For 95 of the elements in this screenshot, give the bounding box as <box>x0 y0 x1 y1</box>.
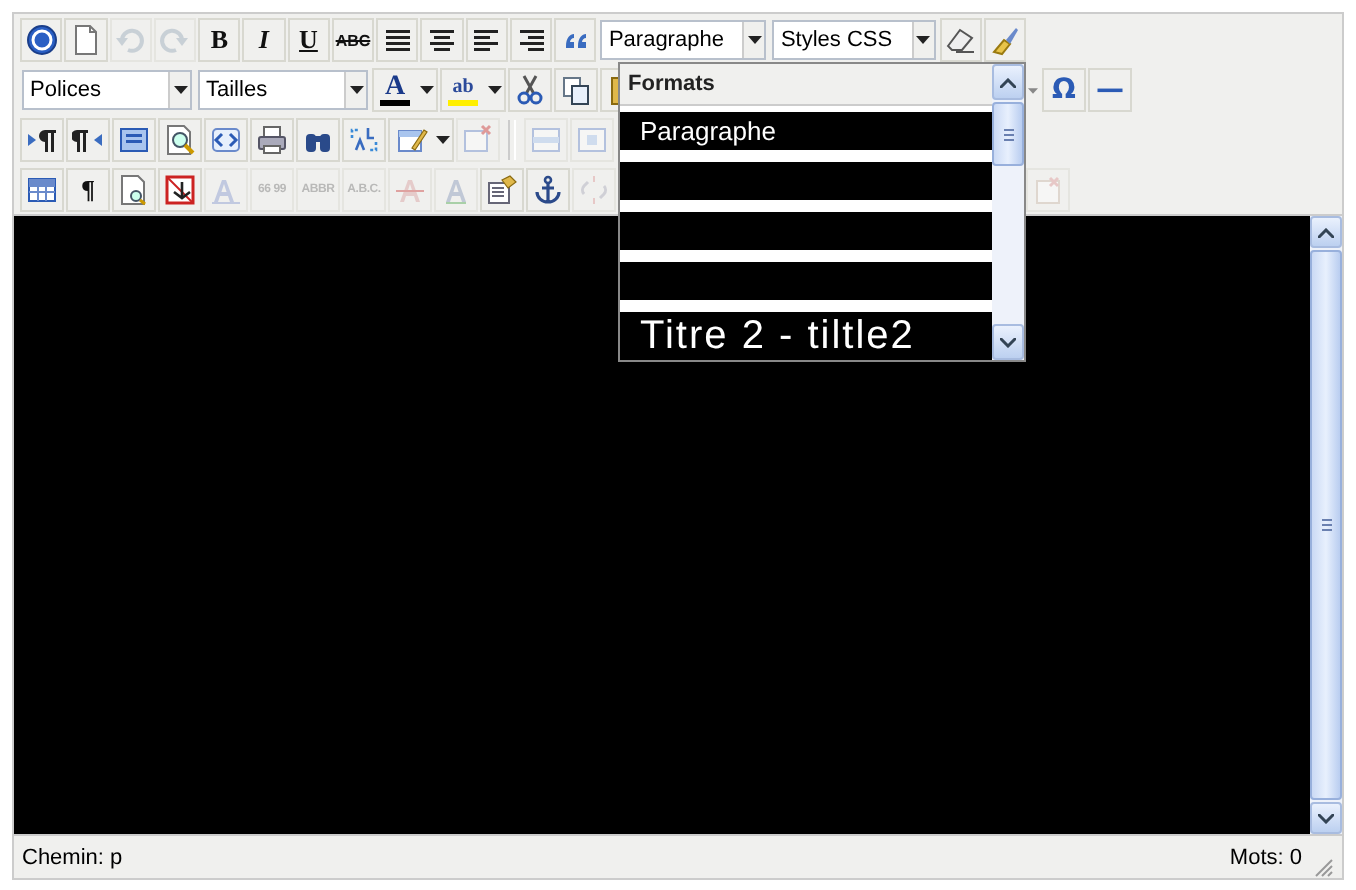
page-search-button[interactable] <box>112 168 156 212</box>
anchor-icon <box>532 174 564 206</box>
resize-handle[interactable] <box>1314 858 1334 878</box>
justify-icon <box>381 24 414 56</box>
menu-title: Formats <box>620 64 992 106</box>
toolbar-button[interactable]: ¶ <box>66 168 110 212</box>
table-delete-icon <box>462 124 494 156</box>
help-button[interactable] <box>20 18 63 62</box>
right-to-left-button[interactable] <box>66 118 110 162</box>
dropdown[interactable]: Styles CSS <box>772 20 936 60</box>
non-breaking-button[interactable] <box>158 168 202 212</box>
align-right-icon <box>515 24 548 56</box>
scroll-down-icon[interactable] <box>1318 813 1334 823</box>
caret-icon <box>344 72 366 108</box>
toolbar-button[interactable]: Ω <box>1042 68 1086 112</box>
toolbar-button[interactable]: U <box>287 18 330 62</box>
caret-icon <box>742 22 765 58</box>
toolbar-button[interactable]: I <box>242 18 286 62</box>
dropdown[interactable]: Paragraphe <box>600 20 767 60</box>
dropdown[interactable]: Polices <box>22 70 192 110</box>
color-letter: ab <box>452 75 474 99</box>
color-picker-button[interactable]: A <box>372 68 438 112</box>
attributes-button[interactable] <box>480 168 524 212</box>
menu-item[interactable]: Paragraphe <box>620 112 992 150</box>
toolbar-button[interactable]: — <box>1088 68 1132 112</box>
help-icon <box>25 24 58 56</box>
toolbar-button[interactable]: ABC <box>331 18 375 62</box>
letter-icon <box>440 174 472 206</box>
align-right-button[interactable] <box>509 18 553 62</box>
copy-button[interactable] <box>554 68 598 112</box>
caret-icon <box>487 86 501 94</box>
color-picker-button[interactable]: ab <box>440 68 506 112</box>
scissors-button[interactable] <box>508 68 552 112</box>
strikethrough-letter-icon <box>394 174 426 206</box>
scissors-icon <box>514 74 546 106</box>
undo-icon <box>114 24 147 56</box>
brush-icon <box>988 24 1021 56</box>
printer-icon <box>256 124 288 156</box>
source-code-button[interactable] <box>204 118 248 162</box>
caret-icon <box>911 22 934 58</box>
replace-icon <box>348 124 380 156</box>
table-button[interactable] <box>388 118 454 162</box>
layer-icon <box>118 124 150 156</box>
word-count: Mots: 0 <box>1229 845 1302 869</box>
cell-icon <box>576 124 608 156</box>
scrollbar[interactable] <box>1310 216 1342 834</box>
right-to-left-icon <box>72 124 104 156</box>
eraser-icon <box>944 24 977 56</box>
align-left-button[interactable] <box>465 18 508 62</box>
scroll-down-icon[interactable] <box>1000 337 1016 347</box>
table-button[interactable] <box>20 168 64 212</box>
justify-button[interactable] <box>376 18 419 62</box>
replace-button[interactable] <box>342 118 386 162</box>
align-center-button[interactable] <box>420 18 464 62</box>
document-button[interactable] <box>64 18 108 62</box>
attributes-icon <box>486 174 518 206</box>
left-to-right-icon <box>26 124 58 156</box>
table-icon <box>26 174 58 206</box>
preview-button[interactable] <box>158 118 202 162</box>
caret-icon <box>168 72 190 108</box>
scroll-up-icon[interactable] <box>1318 227 1334 237</box>
page-search-icon <box>118 174 150 206</box>
table-edit-icon <box>395 124 427 156</box>
left-to-right-button[interactable] <box>20 118 64 162</box>
scrollbar[interactable] <box>992 64 1024 360</box>
caret-icon <box>435 136 449 144</box>
anchor-button[interactable] <box>526 168 570 212</box>
menu-item[interactable]: Titre 2 - tiltle2 <box>620 312 992 360</box>
quote-button[interactable] <box>554 18 597 62</box>
caret-icon[interactable] <box>1028 87 1038 93</box>
preview-icon <box>164 124 196 156</box>
non-breaking-icon <box>164 174 196 206</box>
caret-icon <box>419 86 433 94</box>
unlink-icon <box>578 174 610 206</box>
row-icon <box>530 124 562 156</box>
source-code-icon <box>210 124 242 156</box>
binoculars-button[interactable] <box>296 118 340 162</box>
document-icon <box>69 24 102 56</box>
brush-button[interactable] <box>983 18 1027 62</box>
toolbar-button[interactable]: B <box>198 18 241 62</box>
dropdown[interactable]: Tailles <box>198 70 368 110</box>
layer-button[interactable] <box>112 118 156 162</box>
styled-letter-icon <box>210 174 242 206</box>
eraser-button[interactable] <box>939 18 982 62</box>
grip-icon[interactable] <box>1003 127 1013 141</box>
form-delete-icon <box>1032 174 1064 206</box>
scroll-up-icon[interactable] <box>1000 77 1016 87</box>
color-letter: A <box>384 75 406 99</box>
grip-icon[interactable] <box>1321 518 1331 532</box>
align-left-icon <box>470 24 503 56</box>
align-center-icon <box>426 24 459 56</box>
copy-icon <box>560 74 592 106</box>
redo-icon <box>158 24 191 56</box>
printer-button[interactable] <box>250 118 294 162</box>
element-path: Chemin: p <box>22 845 123 869</box>
